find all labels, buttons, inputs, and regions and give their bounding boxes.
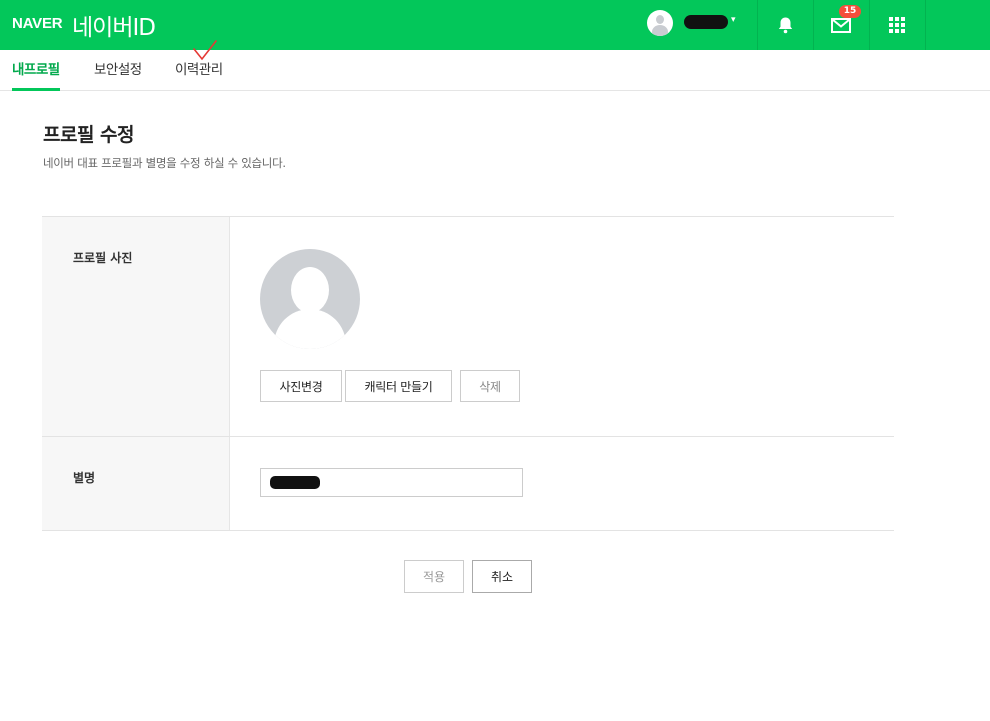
username-redacted[interactable]: user [684, 15, 728, 29]
profile-photo-placeholder [260, 249, 360, 349]
page-title: 프로필 수정 [43, 124, 135, 146]
cancel-button[interactable]: 취소 [472, 560, 532, 593]
user-avatar[interactable] [647, 10, 673, 36]
naver-logo[interactable]: NAVER [12, 15, 63, 32]
nickname-row: 별명 nickname [42, 437, 894, 531]
page-description: 네이버 대표 프로필과 별명을 수정 하실 수 있습니다. [43, 156, 286, 170]
tab-security-settings[interactable]: 보안설정 [94, 50, 142, 90]
mail-count-badge: 15 [839, 5, 861, 18]
service-title[interactable]: 네이버ID [72, 8, 156, 42]
header-divider [925, 0, 926, 50]
profile-form: 프로필 사진 사진변경 캐릭터 만들기 삭제 별명 nickname [42, 216, 894, 531]
nickname-value-redacted: nickname [270, 476, 320, 489]
avatar-body-shape [652, 25, 668, 36]
chevron-down-icon[interactable]: ▾ [731, 15, 736, 25]
profile-photo-row: 프로필 사진 사진변경 캐릭터 만들기 삭제 [42, 217, 894, 437]
grid-apps-icon [889, 17, 905, 33]
top-header: NAVER 네이버ID user ▾ 15 [0, 0, 990, 50]
apps-menu-button[interactable] [869, 0, 925, 50]
tab-bar: 내프로필 보안설정 이력관리 [0, 50, 990, 91]
tab-my-profile[interactable]: 내프로필 [12, 50, 60, 91]
avatar-head-shape [656, 15, 664, 24]
bell-icon [778, 17, 792, 34]
profile-photo-cell: 사진변경 캐릭터 만들기 삭제 [230, 217, 894, 436]
nickname-cell: nickname [230, 437, 894, 530]
change-photo-button[interactable]: 사진변경 [260, 370, 342, 402]
make-character-button[interactable]: 캐릭터 만들기 [345, 370, 452, 402]
red-check-annotation [193, 40, 217, 61]
delete-photo-button[interactable]: 삭제 [460, 370, 520, 402]
profile-photo-label: 프로필 사진 [42, 217, 230, 436]
nickname-input[interactable]: nickname [260, 468, 523, 497]
apply-button[interactable]: 적용 [404, 560, 464, 593]
silhouette-head [291, 267, 329, 313]
notification-button[interactable] [757, 0, 813, 50]
nickname-label: 별명 [42, 437, 230, 530]
mail-icon [831, 17, 851, 33]
